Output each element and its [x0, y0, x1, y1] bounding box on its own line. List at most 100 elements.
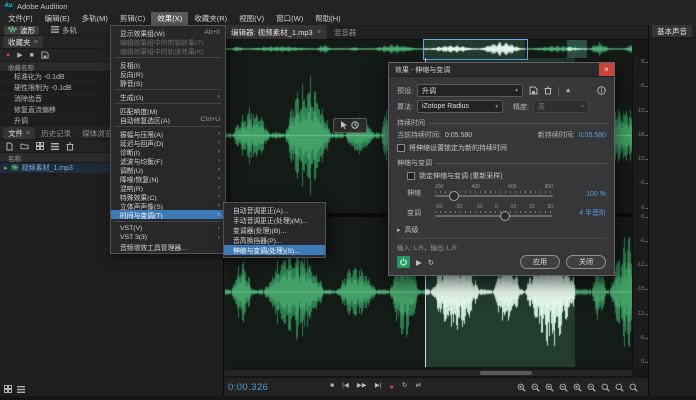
skip-to-start-button[interactable]: |◀ — [342, 383, 349, 391]
zoom-out-h-button[interactable] — [559, 383, 568, 392]
media-browser-icon[interactable] — [36, 142, 44, 150]
tab-files[interactable]: 文件≡ — [3, 127, 35, 139]
tab-essential-sound[interactable]: 基本声音 — [652, 25, 692, 37]
tab-mixer[interactable]: 混音器 — [328, 25, 363, 39]
menubar-item[interactable]: 窗口(W) — [270, 12, 309, 25]
algorithm-select[interactable]: iZotope Radius ▾ — [417, 100, 503, 113]
time-pitch-submenu-item[interactable]: 变调器(处理)(B)... — [224, 225, 325, 235]
effects-menu-item[interactable]: 滤波与均衡(F)› — [111, 156, 225, 165]
tab-editor[interactable]: 编辑器: 视频素材_1.mp3 ≡ — [225, 25, 327, 39]
menubar-item[interactable]: 剪辑(C) — [114, 12, 151, 25]
preset-select[interactable]: 升调 ▾ — [417, 84, 523, 97]
zoom-in-v-button[interactable] — [573, 383, 582, 392]
multitrack-view-button[interactable]: 多轨 — [47, 26, 81, 35]
pitch-slider[interactable]: -30-20-100102030 — [435, 204, 553, 221]
waveform-view-button[interactable]: 波形 — [4, 26, 39, 35]
list-view-icon[interactable] — [17, 385, 25, 393]
time-pitch-submenu-item[interactable]: 音高换挡器(P)... — [224, 235, 325, 245]
stop-button[interactable]: ■ — [330, 383, 334, 391]
scrollbar-thumb[interactable] — [480, 371, 532, 375]
dialog-titlebar[interactable]: 效果 - 伸缩与变调 × — [389, 63, 614, 77]
stretch-slider[interactable]: 200400600800 — [435, 184, 553, 201]
selection-hud[interactable] — [333, 118, 367, 133]
menubar-item[interactable]: 帮助(H) — [309, 12, 346, 25]
effects-menu-item[interactable]: 编辑效果组中的轨道效果(K) — [111, 46, 225, 55]
effects-menu-item[interactable]: 反相(I) — [111, 60, 225, 69]
loop-button[interactable]: ↻ — [402, 383, 407, 391]
new-duration-value[interactable]: 0:05.580 — [579, 132, 606, 139]
pitch-slider-track[interactable] — [435, 215, 553, 217]
effects-menu-item[interactable]: 反向(R) — [111, 69, 225, 78]
save-preset-icon[interactable] — [529, 86, 538, 95]
effects-menu-item[interactable]: 静音(S) — [111, 78, 225, 87]
preview-play-button[interactable]: ▶ — [416, 258, 422, 267]
effects-menu-item[interactable]: 特殊效果(C)› — [111, 192, 225, 201]
zoom-out-v-button[interactable] — [587, 383, 596, 392]
pitch-slider-thumb[interactable] — [500, 211, 510, 221]
time-pitch-submenu-item[interactable]: 自动音调更正(A)... — [224, 205, 325, 215]
toggle-effect-button[interactable] — [397, 256, 410, 268]
effects-menu-item[interactable]: VST 3(3)› — [111, 233, 225, 242]
time-display[interactable]: 0:00.326 — [228, 382, 268, 393]
effects-menu-item[interactable]: 调制(U)› — [111, 165, 225, 174]
effects-menu-item[interactable]: 音频增效工具管理器... — [111, 242, 225, 251]
editor-panel-menu-icon[interactable]: ≡ — [317, 29, 321, 36]
grid-view-icon[interactable] — [4, 385, 12, 393]
zoom-selection-edge-button[interactable] — [615, 383, 624, 392]
horizontal-scrollbar[interactable] — [225, 370, 632, 376]
lock-duration-checkbox[interactable] — [397, 144, 405, 152]
panel-menu-icon[interactable]: ≡ — [34, 39, 38, 46]
apply-button[interactable]: 应用 — [520, 255, 560, 269]
effects-menu-item[interactable]: 立体声声像(S)› — [111, 201, 225, 210]
stretch-value[interactable]: 100 % — [586, 191, 606, 201]
zoom-in-h-button[interactable] — [545, 383, 554, 392]
stop-favorite-icon[interactable]: ■ — [30, 52, 34, 59]
menubar-item[interactable]: 效果(X) — [151, 12, 188, 25]
effects-menu-item[interactable]: 振幅与压限(A)› — [111, 129, 225, 138]
time-pitch-submenu-item[interactable]: 伸缩与变调(处理)(S)... — [224, 245, 325, 255]
fast-forward-button[interactable]: ▶▶ — [357, 383, 367, 391]
effects-menu-item[interactable]: 延迟与回声(D)› — [111, 138, 225, 147]
dialog-close-icon[interactable]: × — [599, 63, 614, 76]
effects-menu-item[interactable]: 显示效果组(W)Alt+0 — [111, 28, 225, 37]
effects-menu-item[interactable]: 降噪/恢复(N)› — [111, 174, 225, 183]
record-favorite-icon[interactable]: ● — [6, 52, 10, 59]
advanced-toggle[interactable]: ▸ 高级 — [397, 225, 606, 235]
insert-into-multitrack-icon[interactable] — [51, 143, 59, 150]
panel-menu-icon[interactable]: ≡ — [26, 130, 30, 137]
effects-menu-item[interactable]: VST(V)› — [111, 224, 225, 233]
menubar-item[interactable]: 收藏夹(R) — [188, 12, 233, 25]
skip-selection-button[interactable]: ⇄ — [415, 383, 420, 391]
overview-view-box[interactable] — [423, 39, 528, 60]
record-button[interactable]: ● — [390, 383, 395, 391]
effects-menu-item[interactable]: 诊断(I)› — [111, 147, 225, 156]
menubar-item[interactable]: 编辑(E) — [39, 12, 76, 25]
stretch-slider-thumb[interactable] — [449, 191, 459, 201]
zoom-in-button[interactable] — [517, 383, 526, 392]
skip-to-end-button[interactable]: ▶| — [375, 383, 382, 391]
tab-history[interactable]: 历史记录 — [36, 127, 76, 139]
delete-preset-icon[interactable] — [544, 86, 552, 95]
time-pitch-submenu-item[interactable]: 手动音调更正(处理)(M)... — [224, 215, 325, 225]
pitch-value[interactable]: 4 半音阶 — [579, 208, 606, 221]
effects-menu-item[interactable]: 时间与变调(T)› — [111, 210, 225, 219]
effects-menu-item[interactable]: 混响(R)› — [111, 183, 225, 192]
close-button[interactable]: 关闭 — [566, 255, 606, 269]
menubar-item[interactable]: 文件(F) — [2, 12, 39, 25]
effects-menu-item[interactable]: 生成(G)› — [111, 92, 225, 101]
play-favorite-icon[interactable]: ▶ — [17, 51, 22, 59]
tab-favorites[interactable]: 收藏夹 ≡ — [3, 36, 43, 48]
zoom-full-button[interactable] — [629, 383, 638, 392]
twirl-right-icon[interactable]: ▸ — [4, 164, 8, 172]
effects-menu-item[interactable]: 编辑效果组中的剪辑效果(T) — [111, 37, 225, 46]
zoom-selection-button[interactable] — [601, 383, 610, 392]
open-folder-icon[interactable] — [20, 142, 29, 150]
menubar-item[interactable]: 视图(V) — [233, 12, 270, 25]
zoom-out-button[interactable] — [531, 383, 540, 392]
preview-loop-button[interactable]: ↻ — [428, 258, 434, 267]
favorite-star-icon[interactable]: ★ — [565, 87, 571, 95]
resample-checkbox[interactable] — [407, 172, 415, 180]
import-file-icon[interactable] — [6, 142, 13, 151]
info-icon[interactable] — [597, 86, 606, 95]
effects-menu-item[interactable]: 匹配响度(M) — [111, 106, 225, 115]
